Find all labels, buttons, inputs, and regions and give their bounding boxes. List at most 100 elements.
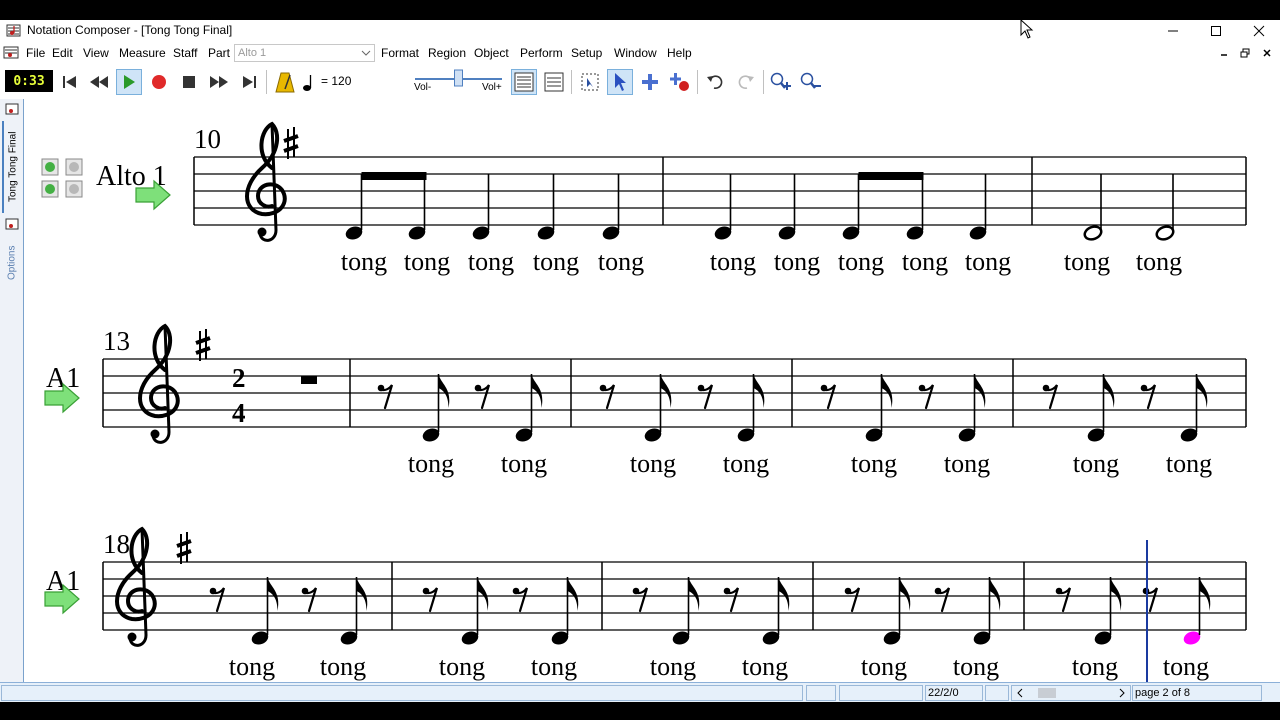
- mdi-minimize-button[interactable]: [1216, 45, 1232, 61]
- restore-icon: [1240, 48, 1250, 58]
- add-note-button[interactable]: [637, 69, 663, 95]
- key-signature-sharp: [282, 125, 300, 161]
- lyric-text: tong: [533, 247, 579, 276]
- record-button[interactable]: [146, 69, 172, 95]
- note-flag: [267, 577, 279, 611]
- page-view-button[interactable]: [511, 69, 537, 95]
- tab-options-label: Options: [6, 245, 18, 281]
- eighth-rest: [511, 586, 529, 613]
- scroll-view-button[interactable]: [541, 69, 567, 95]
- metronome-button[interactable]: [272, 69, 298, 95]
- status-cell: [806, 685, 836, 701]
- menu-file[interactable]: File: [26, 46, 45, 60]
- metronome-icon: [275, 72, 295, 93]
- eighth-rest: [300, 586, 318, 613]
- note-flag: [899, 577, 911, 611]
- mdi-restore-button[interactable]: [1237, 45, 1253, 61]
- score-staves: 10Alto 1tong tong tong tong tong tong tong tong…: [41, 122, 1247, 682]
- menu-region[interactable]: Region: [428, 46, 466, 60]
- menu-window[interactable]: Window: [614, 46, 657, 60]
- tab-tong-tong-final[interactable]: Tong Tong Final: [2, 121, 22, 213]
- note-head-open: [1155, 225, 1175, 241]
- go-to-end-button[interactable]: [236, 69, 262, 95]
- lyric-text: tong: [965, 247, 1011, 276]
- note-head: [1083, 225, 1103, 241]
- rewind-button[interactable]: [86, 69, 112, 95]
- score-area[interactable]: 10 Alto 1 tong tong tong tong tong tong tong tong…: [26, 102, 1276, 682]
- part-select-value: Alto 1: [238, 47, 267, 59]
- toolbar-separator: [763, 70, 764, 94]
- volume-plus-label: Vol+: [482, 82, 502, 93]
- redo-icon: [738, 75, 754, 89]
- maximize-icon: [1211, 26, 1221, 36]
- note-flag: [438, 374, 450, 408]
- eighth-rest: [1141, 586, 1159, 613]
- add-object-button[interactable]: [667, 69, 693, 95]
- menu-view[interactable]: View: [83, 46, 109, 60]
- menu-format[interactable]: Format: [381, 46, 419, 60]
- menu-object[interactable]: Object: [474, 46, 509, 60]
- add-object-icon: [670, 73, 689, 91]
- undo-button[interactable]: [702, 69, 728, 95]
- select-region-button[interactable]: [577, 69, 603, 95]
- minimize-button[interactable]: [1151, 20, 1195, 42]
- chevron-down-icon: [361, 50, 371, 56]
- toolbar-separator: [697, 70, 698, 94]
- lyric-text: tong: [861, 652, 907, 681]
- lyric-text: tong: [468, 247, 514, 276]
- play-button[interactable]: [116, 69, 142, 95]
- menu-bar: File Edit View Measure Staff Part Alto 1…: [0, 42, 1280, 64]
- time-display: 0:33: [5, 70, 53, 92]
- lyric-text: tong: [953, 652, 999, 681]
- eighth-rest: [1054, 586, 1072, 613]
- notation-composer-icon: [6, 24, 21, 37]
- key-signature-sharp: [194, 327, 212, 363]
- menu-measure[interactable]: Measure: [119, 46, 166, 60]
- go-to-start-button[interactable]: [57, 69, 83, 95]
- menu-part[interactable]: Part: [208, 46, 230, 60]
- chevron-right-icon[interactable]: [1118, 688, 1126, 698]
- menu-edit[interactable]: Edit: [52, 46, 73, 60]
- part-select[interactable]: Alto 1: [234, 44, 375, 62]
- fast-forward-button[interactable]: [206, 69, 232, 95]
- lyric-text: tong: [598, 247, 644, 276]
- side-panel: Tong Tong Final Options: [0, 99, 24, 682]
- lyric-text: tong: [650, 652, 696, 681]
- skip-start-icon: [63, 76, 76, 88]
- key-signature-sharp: [175, 530, 193, 566]
- lyric-text: tong: [723, 449, 769, 478]
- chevron-left-icon[interactable]: [1016, 688, 1024, 698]
- record-icon: [152, 75, 166, 89]
- pointer-tool-button[interactable]: [607, 69, 633, 95]
- mute-toggle: [45, 162, 55, 172]
- status-bar: 22/2/0 page 2 of 8: [0, 682, 1280, 702]
- pointer-icon: [615, 73, 626, 91]
- stop-button[interactable]: [176, 69, 202, 95]
- redo-button[interactable]: [733, 69, 759, 95]
- plus-icon: [642, 74, 658, 90]
- lyric-text: tong: [1072, 652, 1118, 681]
- zoom-out-button[interactable]: [798, 69, 824, 95]
- status-message: [1, 685, 803, 701]
- note-flag: [1199, 577, 1211, 611]
- tab-options[interactable]: Options: [2, 235, 22, 291]
- volume-minus-label: Vol-: [414, 82, 432, 93]
- note-flag: [778, 577, 790, 611]
- zoom-in-button[interactable]: [768, 69, 794, 95]
- mdi-close-button[interactable]: [1259, 45, 1275, 61]
- menu-setup[interactable]: Setup: [571, 46, 602, 60]
- maximize-button[interactable]: [1194, 20, 1238, 42]
- stop-icon: [183, 76, 195, 88]
- note-flag: [881, 374, 893, 408]
- volume-slider[interactable]: Vol- Vol+: [410, 68, 507, 96]
- menu-staff[interactable]: Staff: [173, 46, 197, 60]
- undo-icon: [707, 75, 723, 89]
- toolbar-separator: [571, 70, 572, 94]
- time-signature-bottom: 4: [232, 398, 246, 428]
- menu-perform[interactable]: Perform: [520, 46, 563, 60]
- treble-clef: [245, 122, 287, 243]
- close-button[interactable]: [1237, 20, 1280, 42]
- menu-help[interactable]: Help: [667, 46, 692, 60]
- scrollbar-thumb[interactable]: [1038, 688, 1056, 698]
- horizontal-scrollbar[interactable]: [1011, 685, 1131, 701]
